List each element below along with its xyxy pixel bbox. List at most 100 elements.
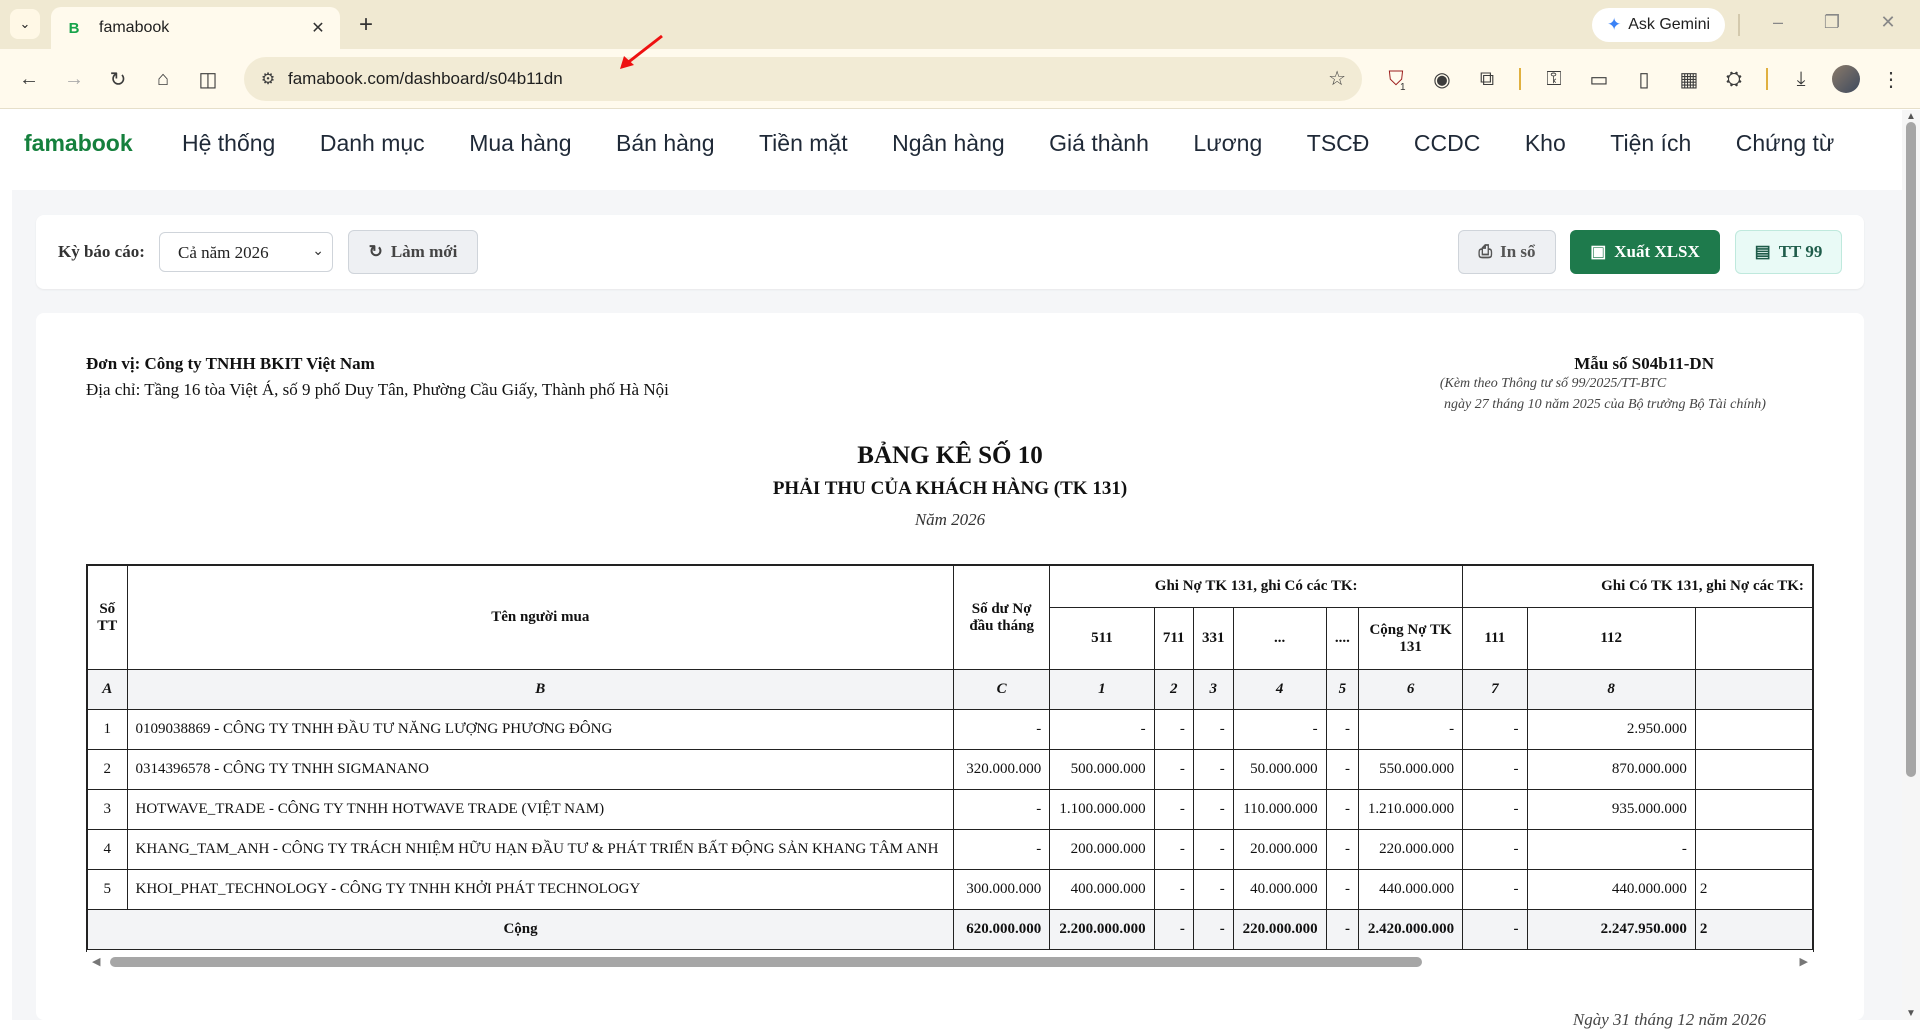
cell-col9 (1694, 789, 1813, 830)
refresh-icon: ↻ (368, 242, 383, 261)
menu-item[interactable]: Chứng từ (1736, 130, 1835, 157)
total-col4: 220.000.000 (1232, 909, 1327, 950)
cell-name: 0109038869 - CÔNG TY TNHH ĐẦU TƯ NĂNG LƯ… (126, 709, 955, 750)
code-3: 3 (1192, 669, 1234, 710)
table-icon[interactable]: ▦ (1675, 65, 1703, 93)
chevron-down-icon: ⌄ (19, 16, 31, 31)
home-icon[interactable]: ⌂ (149, 65, 177, 93)
total-row: Cộng 620.000.000 2.200.000.000 - - 220.0… (87, 909, 1813, 950)
extension-compass-icon[interactable]: ◉ (1428, 65, 1456, 93)
cell-name: 0314396578 - CÔNG TY TNHH SIGMANANO (126, 749, 955, 790)
cell-col9 (1694, 749, 1813, 790)
cell-col4: 50.000.000 (1232, 749, 1327, 790)
report-table-scroll[interactable]: Số TT Tên người mua Số dư Nợ đầu tháng G… (86, 564, 1814, 972)
menu-item[interactable]: Hệ thống (182, 130, 275, 157)
cell-opening: 320.000.000 (953, 749, 1051, 790)
total-col5: - (1325, 909, 1360, 950)
cell-111: - (1462, 829, 1528, 870)
cell-711: - (1153, 869, 1194, 910)
cell-111: - (1462, 709, 1528, 750)
cell-col5: - (1325, 789, 1360, 830)
circular-button[interactable]: ▤ TT 99 (1735, 230, 1842, 274)
split-view-icon[interactable]: ◫ (194, 65, 222, 93)
cell-total-debit: 220.000.000 (1357, 829, 1464, 870)
menu-item[interactable]: Tiện ích (1610, 130, 1691, 157)
form-reference-line1: (Kèm theo Thông tư số 99/2025/TT-BTC (1439, 376, 1667, 391)
report-title: BẢNG KÊ SỐ 10 (857, 442, 1043, 469)
header-next (1694, 607, 1813, 670)
scrollbar-thumb[interactable] (110, 957, 1422, 967)
scroll-up-icon[interactable]: ▲ (1906, 111, 1916, 122)
scroll-down-icon[interactable]: ▼ (1906, 1008, 1916, 1019)
menu-item[interactable]: Danh mục (320, 130, 425, 157)
browser-tab-active[interactable]: B famabook ✕ (51, 7, 340, 49)
vertical-scrollbar[interactable]: ▲ ▼ (1902, 110, 1920, 1020)
cell-total-debit: 1.210.000.000 (1357, 789, 1464, 830)
payment-card-icon[interactable]: ▭ (1585, 65, 1613, 93)
cell-col4: 110.000.000 (1232, 789, 1327, 830)
minimize-icon[interactable]: – (1766, 12, 1790, 33)
code-9 (1694, 669, 1813, 710)
header-debit-group: Ghi Nợ TK 131, ghi Có các TK: (1049, 565, 1464, 608)
password-key-icon[interactable]: ⚿ (1540, 65, 1568, 93)
form-reference-line2: ngày 27 tháng 10 năm 2025 của Bộ trưởng … (1444, 397, 1766, 412)
extension-badge: 1 (1400, 82, 1406, 93)
report-subtitle: PHẢI THU CỦA KHÁCH HÀNG (TK 131) (772, 478, 1128, 499)
code-1: 1 (1049, 669, 1155, 710)
scrollbar-thumb[interactable] (1906, 122, 1916, 777)
reload-icon[interactable]: ↻ (104, 65, 132, 93)
menu-item[interactable]: Tiền mặt (759, 130, 848, 157)
company-unit: Đơn vị: Công ty TNHH BKIT Việt Nam (86, 354, 375, 373)
more-menu-icon[interactable]: ⋮ (1877, 65, 1905, 93)
maximize-icon[interactable]: ❐ (1820, 12, 1844, 33)
menu-item[interactable]: TSCĐ (1307, 130, 1370, 157)
table-row: 5 KHOI_PHAT_TECHNOLOGY - CÔNG TY TNHH KH… (87, 869, 1813, 910)
scroll-left-icon[interactable]: ◀ (92, 955, 100, 968)
address-bar[interactable]: ⚙ famabook.com/dashboard/s04b11dn ☆ (244, 57, 1362, 101)
site-info-icon[interactable]: ⚙ (254, 65, 282, 93)
refresh-button[interactable]: ↻ Làm mới (348, 230, 478, 274)
menu-item[interactable]: Giá thành (1049, 130, 1149, 157)
tab-search-button[interactable]: ⌄ (10, 9, 40, 39)
table-row: 3 HOTWAVE_TRADE - CÔNG TY TNHH HOTWAVE T… (87, 789, 1813, 830)
header-total-debit: Cộng Nợ TK 131 (1357, 607, 1464, 670)
export-xlsx-button[interactable]: ▣ Xuất XLSX (1570, 230, 1720, 274)
forward-icon[interactable]: → (60, 65, 88, 93)
scroll-right-icon[interactable]: ▶ (1800, 955, 1808, 968)
company-address: Địa chỉ: Tầng 16 tòa Việt Á, số 9 phố Du… (86, 380, 669, 399)
menu-item[interactable]: Bán hàng (616, 130, 714, 157)
header-dots-1: ... (1232, 607, 1327, 670)
cell-total-debit: 440.000.000 (1357, 869, 1464, 910)
menu-item[interactable]: Ngân hàng (892, 130, 1005, 157)
new-tab-button[interactable]: + (352, 11, 380, 39)
menu-item[interactable]: Lương (1193, 130, 1262, 157)
incognito-icon[interactable]: ⛭ (1720, 65, 1748, 93)
cell-col5: - (1325, 869, 1360, 910)
reading-mode-icon[interactable]: ▯ (1630, 65, 1658, 93)
print-button[interactable]: ⎙ In sổ (1458, 230, 1556, 274)
cell-stt: 3 (87, 789, 128, 830)
window-close-icon[interactable]: ✕ (1876, 12, 1900, 33)
circular-label: TT 99 (1778, 242, 1823, 261)
download-icon[interactable]: ⤓ (1787, 65, 1815, 93)
close-tab-icon[interactable]: ✕ (308, 18, 328, 38)
menu-item[interactable]: Kho (1525, 130, 1566, 157)
cell-col5: - (1325, 829, 1360, 870)
period-select[interactable]: Cả năm 2026 ⌄ (159, 232, 333, 272)
menu-item[interactable]: CCDC (1414, 130, 1480, 157)
cell-711: - (1153, 829, 1194, 870)
extensions-puzzle-icon[interactable]: ⧉ (1473, 65, 1501, 93)
menu-item[interactable]: Mua hàng (469, 130, 571, 157)
ask-gemini-button[interactable]: ✦ Ask Gemini (1592, 8, 1725, 42)
app-logo[interactable]: famabook (24, 130, 133, 157)
cell-112: 870.000.000 (1526, 749, 1696, 790)
avatar[interactable] (1832, 65, 1860, 93)
bookmark-star-icon[interactable]: ☆ (1328, 66, 1346, 91)
horizontal-scrollbar[interactable]: ◀ ▶ (86, 952, 1814, 972)
export-label: Xuất XLSX (1614, 242, 1700, 261)
back-icon[interactable]: ← (15, 65, 43, 93)
total-opening: 620.000.000 (953, 909, 1051, 950)
excel-file-icon: ▣ (1590, 242, 1607, 261)
cell-stt: 1 (87, 709, 128, 750)
printer-icon: ⎙ (1478, 242, 1493, 261)
